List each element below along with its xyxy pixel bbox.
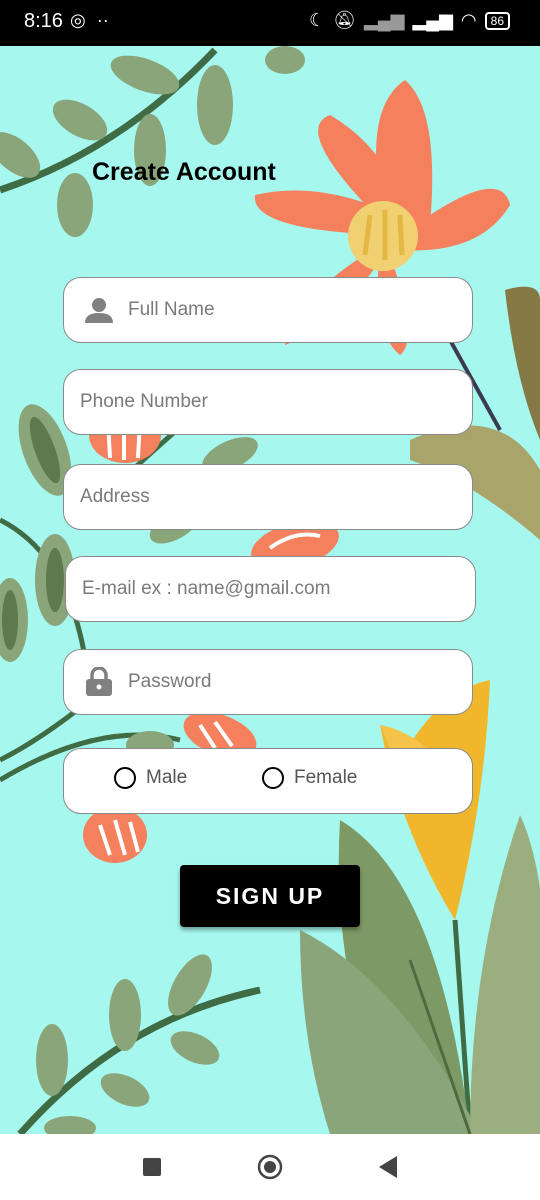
address-input[interactable] bbox=[78, 485, 382, 509]
back-icon[interactable] bbox=[375, 1154, 401, 1180]
page-title: Create Account bbox=[92, 158, 276, 186]
email-input[interactable] bbox=[80, 577, 444, 601]
password-field[interactable] bbox=[63, 649, 473, 715]
email-field[interactable] bbox=[65, 556, 476, 622]
recent-apps-icon[interactable] bbox=[139, 1154, 165, 1180]
status-bar: 8:16 ◎ ·· ☾ 🔕︎ ▂▄▆ ▂▄▆ ◠ 86 bbox=[0, 0, 540, 46]
gender-radio-group: Male Female bbox=[63, 748, 473, 814]
moon-icon: ☾ bbox=[309, 10, 326, 30]
password-input[interactable] bbox=[126, 670, 430, 694]
address-field[interactable] bbox=[63, 464, 473, 530]
radio-button[interactable] bbox=[262, 767, 284, 789]
battery-indicator: 86 bbox=[484, 11, 510, 30]
wifi-icon: ◠ bbox=[460, 10, 477, 30]
sign-up-button[interactable]: SIGN UP bbox=[180, 865, 360, 927]
phone-number-field[interactable] bbox=[63, 369, 473, 435]
signal-icon: ▂▄▆ bbox=[364, 10, 405, 30]
more-dots-icon: ·· bbox=[96, 10, 109, 30]
system-icons: ☾ 🔕︎ ▂▄▆ ▂▄▆ ◠ 86 bbox=[309, 10, 510, 31]
home-icon[interactable] bbox=[257, 1154, 283, 1180]
full-name-input[interactable] bbox=[126, 298, 430, 322]
signal-icon: ▂▄▆ bbox=[412, 10, 453, 30]
radio-label: Male bbox=[146, 767, 188, 788]
whatsapp-icon: ◎ bbox=[70, 10, 86, 30]
gender-option-female[interactable]: Female bbox=[262, 767, 357, 789]
radio-button[interactable] bbox=[114, 767, 136, 789]
clock: 8:16 bbox=[24, 10, 63, 32]
gender-option-male[interactable]: Male bbox=[114, 767, 187, 789]
mute-icon: 🔕︎ bbox=[333, 10, 357, 30]
system-nav-bar bbox=[0, 1134, 540, 1200]
person-icon bbox=[82, 293, 116, 327]
radio-label: Female bbox=[294, 767, 358, 788]
lock-icon bbox=[82, 665, 116, 699]
notification-icons: ◎ ·· bbox=[70, 10, 109, 31]
full-name-field[interactable] bbox=[63, 277, 473, 343]
phone-number-input[interactable] bbox=[78, 390, 382, 414]
